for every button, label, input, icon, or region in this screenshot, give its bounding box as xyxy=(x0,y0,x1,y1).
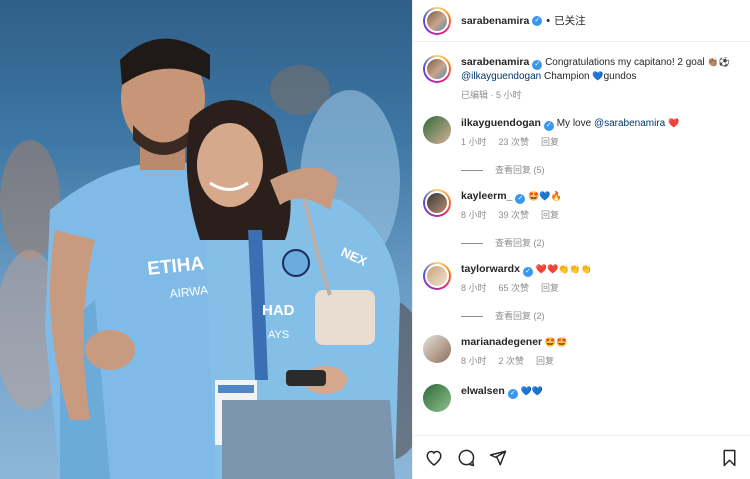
commenter-avatar[interactable] xyxy=(423,262,451,290)
caption-avatar[interactable] xyxy=(423,55,451,83)
author-username[interactable]: sarabenamira xyxy=(461,15,529,27)
replies-divider xyxy=(461,242,483,244)
comment-text-part: My love xyxy=(556,118,594,129)
comment-emoji: ❤️ xyxy=(668,119,680,129)
replies-divider xyxy=(461,315,483,317)
commenter-avatar[interactable] xyxy=(423,116,451,144)
reply-button[interactable]: 回复 xyxy=(536,354,554,368)
commenter-username[interactable]: marianadegener xyxy=(461,336,542,348)
comment-text: marianadegener 🤩🤩 xyxy=(461,335,740,350)
verified-badge-icon: ✓ xyxy=(515,194,526,204)
view-replies-label: 查看回复 (2) xyxy=(495,311,545,321)
follow-state-button[interactable]: 已关注 xyxy=(554,13,586,28)
comments-list[interactable]: sarabenamira ✓ Congratulations my capitan… xyxy=(413,43,750,435)
view-replies-label: 查看回复 (2) xyxy=(495,238,545,248)
commenter-username[interactable]: kayleerm_ xyxy=(461,190,512,202)
share-icon[interactable] xyxy=(487,447,509,469)
comment-item: kayleerm_ ✓ 🤩💙🔥 8 小时 39 次赞 回复 查看回复 (2) xyxy=(423,189,740,250)
comment-emoji: ❤️❤️👏👏👏 xyxy=(535,265,592,275)
svg-text:HAD: HAD xyxy=(262,302,295,319)
separator: • xyxy=(546,14,551,27)
post-header: sarabenamira ✓ • 已关注 xyxy=(413,0,750,42)
caption-text-part: gundos xyxy=(603,71,637,82)
view-replies-button[interactable]: 查看回复 (5) xyxy=(461,163,740,177)
author-avatar[interactable] xyxy=(423,6,451,35)
comment-item: taylorwardx ✓ ❤️❤️👏👏👏 8 小时 65 次赞 回复 查看回复 … xyxy=(423,262,740,323)
comment-item: marianadegener 🤩🤩 8 小时 2 次赞 回复 xyxy=(423,335,740,368)
commenter-avatar[interactable] xyxy=(423,335,451,363)
caption-emoji: 👏🏽⚽ xyxy=(707,58,730,68)
comment-emoji: 🤩💙🔥 xyxy=(528,192,562,202)
comment-likes-count[interactable]: 2 次赞 xyxy=(499,354,525,368)
caption-text-part: Congratulations my capitano! 2 goal xyxy=(545,57,705,68)
caption-emoji: 💙 xyxy=(592,72,604,82)
comment-text: kayleerm_ ✓ 🤩💙🔥 xyxy=(461,189,740,204)
commenter-username[interactable]: ilkayguendogan xyxy=(461,117,541,129)
comment-time: 8 小时 xyxy=(461,210,487,220)
commenter-avatar[interactable] xyxy=(423,189,451,217)
comment-item-partial: elwalsen ✓ 💙💙 xyxy=(423,384,740,412)
post-photo[interactable]: ETIHA AIRWAY NEX HAD AYS xyxy=(0,0,412,479)
comment-likes-count[interactable]: 23 次赞 xyxy=(499,135,530,149)
reply-button[interactable]: 回复 xyxy=(541,135,559,149)
comment-time: 8 小时 xyxy=(461,283,487,293)
comment-text: ilkayguendogan ✓ My love @sarabenamira ❤️ xyxy=(461,116,740,131)
comment-meta: 1 小时 23 次赞 回复 xyxy=(461,135,740,149)
caption: sarabenamira ✓ Congratulations my capitan… xyxy=(423,55,740,102)
view-replies-button[interactable]: 查看回复 (2) xyxy=(461,236,740,250)
view-replies-label: 查看回复 (5) xyxy=(495,165,545,175)
post-action-bar xyxy=(413,435,750,479)
comment-meta: 8 小时 65 次赞 回复 xyxy=(461,281,740,295)
heart-icon[interactable] xyxy=(423,447,445,469)
bookmark-icon[interactable] xyxy=(718,447,740,469)
comment-likes-count[interactable]: 65 次赞 xyxy=(499,281,530,295)
verified-badge-icon: ✓ xyxy=(543,121,554,131)
photo-illustration: ETIHA AIRWAY NEX HAD AYS xyxy=(0,38,412,479)
comment-meta: 8 小时 2 次赞 回复 xyxy=(461,354,740,368)
comment-emoji: 💙💙 xyxy=(520,387,543,397)
caption-meta: 已编辑 · 5 小时 xyxy=(461,88,740,102)
comment-time: 8 小时 xyxy=(461,356,487,366)
comment-text: taylorwardx ✓ ❤️❤️👏👏👏 xyxy=(461,262,740,277)
comment-time: 1 小时 xyxy=(461,137,487,147)
caption-timestamp: 已编辑 · 5 小时 xyxy=(461,90,522,100)
comment-mention-link[interactable]: @sarabenamira xyxy=(594,118,665,129)
caption-username[interactable]: sarabenamira xyxy=(461,56,529,68)
verified-badge-icon: ✓ xyxy=(532,15,543,26)
comment-meta: 8 小时 39 次赞 回复 xyxy=(461,208,740,222)
verified-badge-icon: ✓ xyxy=(507,389,518,399)
verified-badge-icon: ✓ xyxy=(522,267,533,277)
verified-badge-icon: ✓ xyxy=(532,60,543,70)
comment-emoji: 🤩🤩 xyxy=(544,338,568,348)
reply-button[interactable]: 回复 xyxy=(541,208,559,222)
comment-icon[interactable] xyxy=(455,447,477,469)
commenter-avatar[interactable] xyxy=(423,384,451,412)
comment-item: ilkayguendogan ✓ My love @sarabenamira ❤️… xyxy=(423,116,740,177)
post-details-panel: sarabenamira ✓ • 已关注 sarabenamira ✓ Congr… xyxy=(412,0,750,479)
svg-text:AYS: AYS xyxy=(268,329,289,341)
caption-mention-link[interactable]: @ilkayguendogan xyxy=(461,71,541,82)
reply-button[interactable]: 回复 xyxy=(541,281,559,295)
replies-divider xyxy=(461,169,483,171)
caption-text-part: Champion xyxy=(541,71,593,82)
commenter-username[interactable]: elwalsen xyxy=(461,385,505,397)
view-replies-button[interactable]: 查看回复 (2) xyxy=(461,309,740,323)
caption-text: sarabenamira ✓ Congratulations my capitan… xyxy=(461,55,740,84)
comment-likes-count[interactable]: 39 次赞 xyxy=(499,208,530,222)
commenter-username[interactable]: taylorwardx xyxy=(461,263,520,275)
